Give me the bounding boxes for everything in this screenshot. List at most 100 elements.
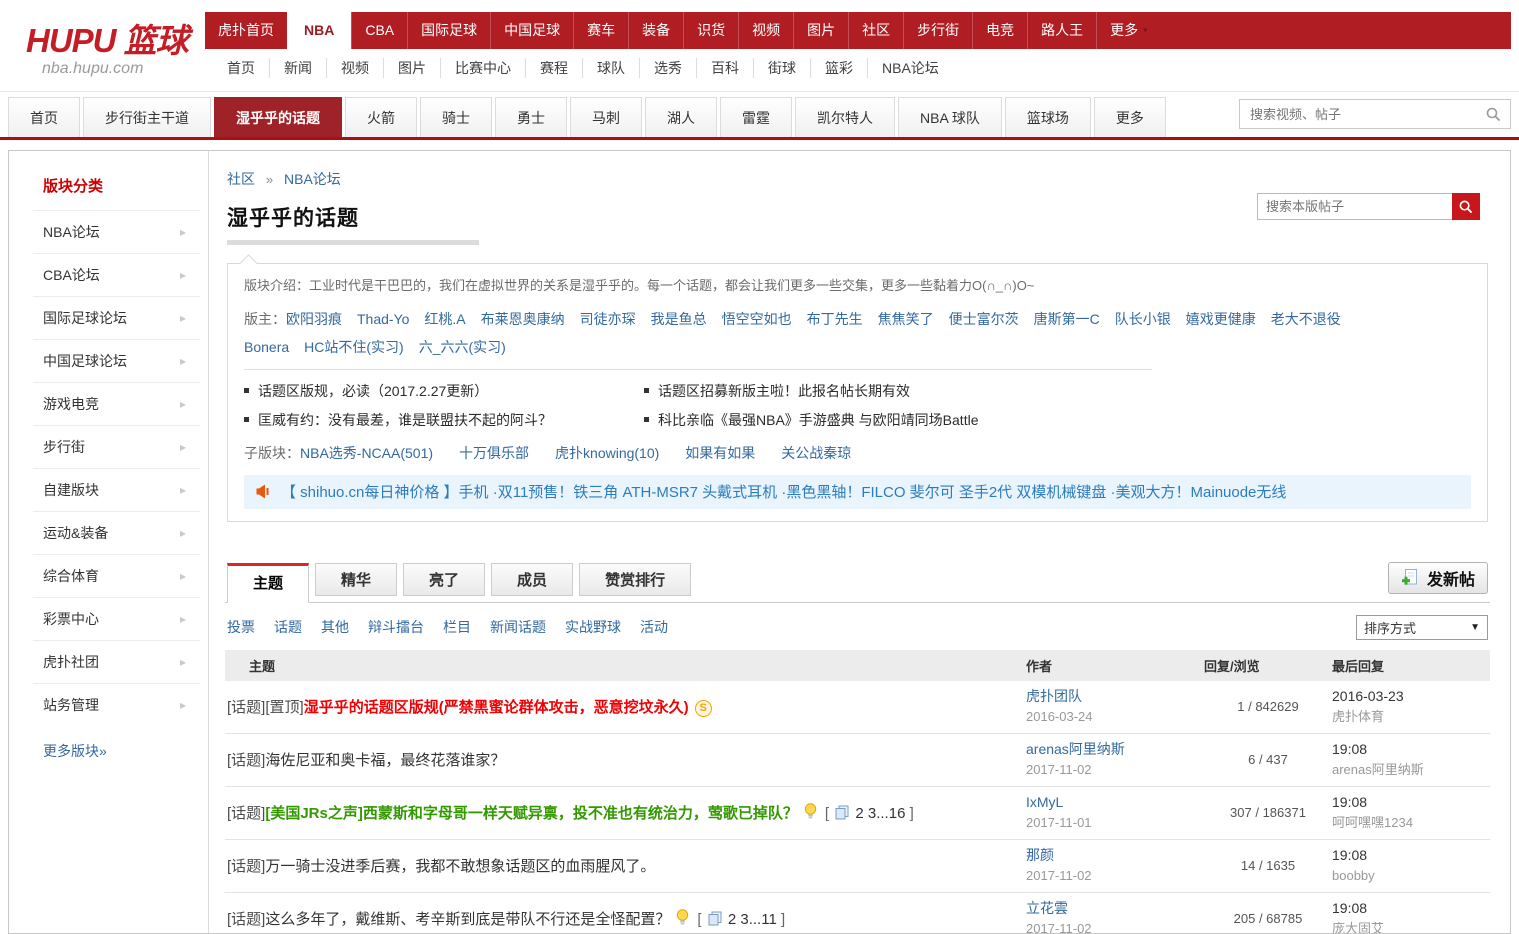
moderator-link-11[interactable]: 队长小银 — [1115, 311, 1171, 327]
top-nav-item-4[interactable]: 中国足球 — [490, 12, 573, 49]
top-nav-item-1[interactable]: NBA — [287, 12, 352, 49]
subboard-link-4[interactable]: 关公战秦琼 — [781, 445, 851, 461]
top-nav-item-11[interactable]: 步行街 — [903, 12, 972, 49]
top-nav-item-0[interactable]: 虎扑首页 — [205, 12, 287, 49]
subboard-link-2[interactable]: 虎扑knowing(10) — [555, 445, 659, 461]
tab-3[interactable]: 成员 — [491, 562, 574, 596]
new-post-button[interactable]: 发新帖 — [1387, 561, 1488, 594]
secondary-nav-item-0[interactable]: 首页 — [213, 58, 269, 78]
announcement-link-1[interactable]: 话题区招募新版主啦！此报名帖长期有效 — [658, 383, 910, 399]
secondary-nav-item-1[interactable]: 新闻 — [269, 57, 326, 78]
sidebar-item-4[interactable]: 游戏电竞 ▸ — [33, 382, 200, 425]
secondary-nav-item-5[interactable]: 赛程 — [525, 57, 582, 78]
last-reply-user[interactable]: 虎扑体育 — [1332, 707, 1490, 727]
tab-1[interactable]: 精华 — [315, 562, 398, 596]
board-nav-item-0[interactable]: 首页 — [8, 97, 80, 137]
top-nav-item-14[interactable]: 更多 ▾ — [1096, 12, 1161, 49]
moderator-link-1[interactable]: Thad-Yo — [357, 311, 409, 327]
board-nav-item-5[interactable]: 勇士 — [495, 97, 567, 137]
moderator-link-5[interactable]: 我是鱼总 — [651, 311, 707, 327]
filter-link-3[interactable]: 辩斗擂台 — [368, 619, 424, 635]
moderator-link-3[interactable]: 布莱恩奥康纳 — [481, 311, 565, 327]
tab-0[interactable]: 主题 — [227, 562, 310, 603]
moderator-link-12[interactable]: 嬉戏更健康 — [1186, 311, 1256, 327]
secondary-nav-item-6[interactable]: 球队 — [582, 57, 639, 78]
board-nav-item-2[interactable]: 湿乎乎的话题 — [214, 97, 342, 137]
board-nav-item-9[interactable]: 凯尔特人 — [795, 97, 895, 137]
top-nav-item-8[interactable]: 视频 — [738, 12, 793, 49]
moderator-link-13[interactable]: 老大不退役 — [1271, 311, 1341, 327]
moderator-link-9[interactable]: 便士富尔茨 — [949, 311, 1019, 327]
ticker-link[interactable]: 【 shihuo.cn每日神价格 】手机 ·双11预售！铁三角 ATH-MSR7… — [281, 481, 1286, 502]
filter-link-7[interactable]: 活动 — [640, 619, 668, 635]
filter-link-2[interactable]: 其他 — [321, 619, 349, 635]
secondary-nav-item-2[interactable]: 视频 — [326, 57, 383, 78]
sidebar-item-6[interactable]: 自建版块 ▸ — [33, 468, 200, 511]
sidebar-item-7[interactable]: 运动&装备 ▸ — [33, 511, 200, 554]
moderator-link-7[interactable]: 布丁先生 — [807, 311, 863, 327]
moderator-link-10[interactable]: 唐斯第一C — [1034, 311, 1100, 327]
top-nav-item-5[interactable]: 赛车 — [573, 12, 628, 49]
secondary-nav-item-4[interactable]: 比赛中心 — [440, 57, 525, 78]
thread-title-link[interactable]: 万一骑士没进季后赛，我都不敢想象话题区的血雨腥风了。 — [265, 858, 655, 875]
top-nav-item-2[interactable]: CBA — [351, 12, 407, 49]
secondary-nav-item-9[interactable]: 街球 — [753, 57, 810, 78]
sidebar-item-1[interactable]: CBA论坛 ▸ — [33, 253, 200, 296]
subboard-link-1[interactable]: 十万俱乐部 — [459, 445, 529, 461]
sidebar-item-9[interactable]: 彩票中心 ▸ — [33, 597, 200, 640]
last-reply-user[interactable]: 呵呵嘿嘿1234 — [1332, 813, 1490, 833]
breadcrumb-nba-forum[interactable]: NBA论坛 — [284, 171, 341, 187]
moderator-link-2[interactable]: 红桃.A — [424, 311, 465, 327]
moderator-link-8[interactable]: 焦焦笑了 — [878, 311, 934, 327]
top-nav-item-6[interactable]: 装备 — [628, 12, 683, 49]
top-nav-item-7[interactable]: 识货 — [683, 12, 738, 49]
filter-link-4[interactable]: 栏目 — [443, 619, 471, 635]
thread-title-link[interactable]: [美国JRs之声]西蒙斯和字母哥一样天赋异禀，投不准也有统治力，莺歌已掉队？ — [265, 805, 798, 822]
last-reply-user[interactable]: 庞大固艾 — [1332, 919, 1490, 933]
secondary-nav-item-7[interactable]: 选秀 — [639, 57, 696, 78]
top-nav-item-13[interactable]: 路人王 — [1027, 12, 1096, 49]
moderator-link-6[interactable]: 悟空空如也 — [722, 311, 792, 327]
announcement-link-2[interactable]: 匡威有约：没有最差，谁是联盟扶不起的阿斗？ — [258, 412, 552, 428]
breadcrumb-community[interactable]: 社区 — [227, 171, 255, 187]
filter-link-0[interactable]: 投票 — [227, 619, 255, 635]
site-search-input[interactable] — [1240, 106, 1476, 122]
sidebar-item-8[interactable]: 综合体育 ▸ — [33, 554, 200, 597]
filter-link-1[interactable]: 话题 — [274, 619, 302, 635]
sort-dropdown[interactable]: 排序方式 ▼ — [1356, 614, 1488, 640]
author-link[interactable]: 虎扑团队 — [1026, 686, 1204, 707]
tab-2[interactable]: 亮了 — [403, 562, 486, 596]
sidebar-item-11[interactable]: 站务管理 ▸ — [33, 683, 200, 726]
top-nav-item-9[interactable]: 图片 — [793, 12, 848, 49]
sidebar-item-2[interactable]: 国际足球论坛 ▸ — [33, 296, 200, 339]
author-link[interactable]: 那颜 — [1026, 845, 1204, 866]
sidebar-more-link[interactable]: 更多版块» — [43, 741, 107, 761]
board-nav-item-1[interactable]: 步行街主干道 — [83, 97, 211, 137]
filter-link-5[interactable]: 新闻话题 — [490, 619, 546, 635]
sidebar-item-3[interactable]: 中国足球论坛 ▸ — [33, 339, 200, 382]
sidebar-item-0[interactable]: NBA论坛 ▸ — [33, 210, 200, 253]
secondary-nav-item-11[interactable]: NBA论坛 — [867, 57, 953, 78]
last-reply-user[interactable]: boobby — [1332, 866, 1490, 886]
tab-4[interactable]: 赞赏排行 — [579, 562, 692, 596]
thread-title-link[interactable]: 湿乎乎的话题区版规(严禁黑蜜论群体攻击，恶意挖坟永久) — [304, 699, 689, 716]
search-icon[interactable] — [1476, 100, 1510, 128]
board-nav-item-10[interactable]: NBA 球队 — [898, 97, 1002, 137]
pagination-links[interactable]: 2 3...16 — [851, 805, 909, 822]
moderator-link-4[interactable]: 司徒亦琛 — [580, 311, 636, 327]
filter-link-6[interactable]: 实战野球 — [565, 619, 621, 635]
author-link[interactable]: IxMyL — [1026, 792, 1204, 813]
secondary-nav-item-8[interactable]: 百科 — [696, 57, 753, 78]
pagination-links[interactable]: 2 3...11 — [724, 911, 781, 928]
board-search-button[interactable] — [1452, 193, 1480, 220]
board-nav-item-8[interactable]: 雷霆 — [720, 97, 792, 137]
top-nav-item-3[interactable]: 国际足球 — [407, 12, 490, 49]
author-link[interactable]: arenas阿里纳斯 — [1026, 739, 1204, 760]
board-nav-item-4[interactable]: 骑士 — [420, 97, 492, 137]
announcement-link-3[interactable]: 科比亲临《最强NBA》手游盛典 与欧阳靖同场Battle — [658, 412, 978, 428]
moderator-link-15[interactable]: HC站不住(实习) — [304, 339, 404, 355]
thread-title-link[interactable]: 这么多年了，戴维斯、考辛斯到底是带队不行还是全怪配置？ — [265, 911, 670, 928]
hupu-logo[interactable]: HUPU 篮球 nba.hupu.com — [0, 0, 205, 91]
sidebar-item-10[interactable]: 虎扑社团 ▸ — [33, 640, 200, 683]
author-link[interactable]: 立花雲 — [1026, 898, 1204, 919]
